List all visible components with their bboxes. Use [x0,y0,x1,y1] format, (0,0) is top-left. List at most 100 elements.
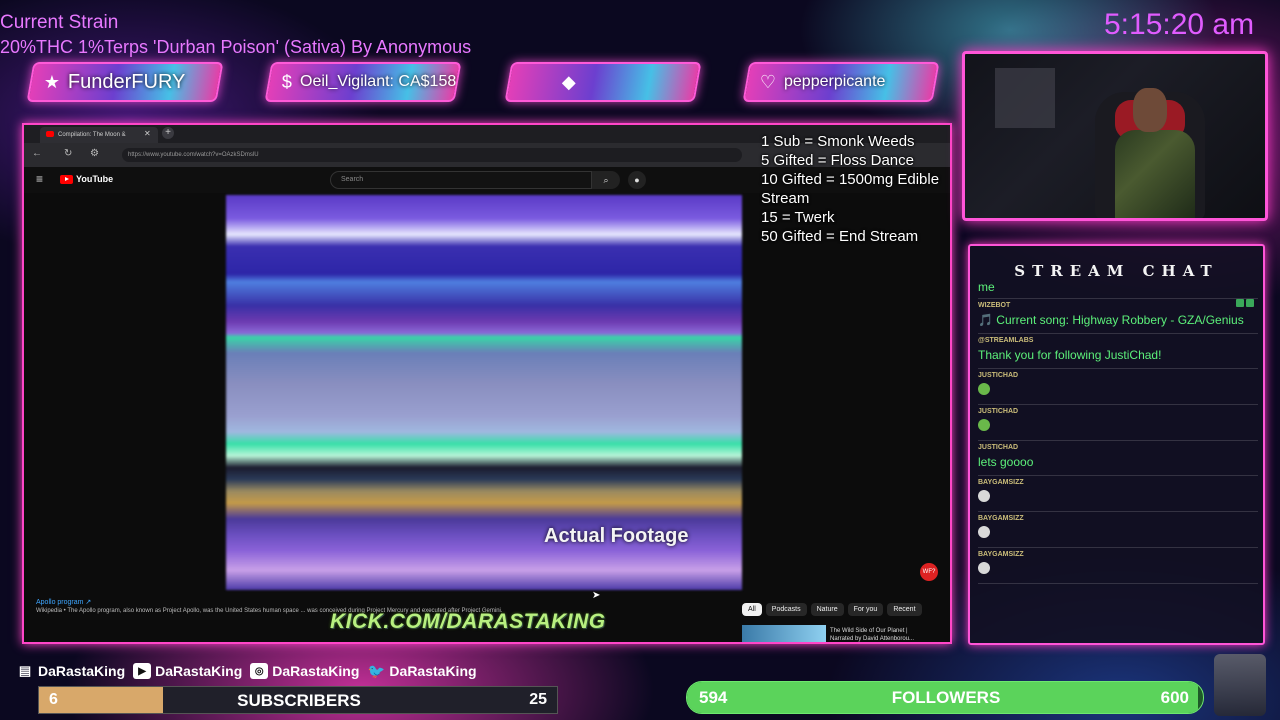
chip-nature[interactable]: Nature [810,603,844,616]
video-caption: Actual Footage [544,525,689,547]
follower-goal-label: FOLLOWERS [891,688,1001,707]
strain-title: Current Strain [0,12,119,33]
sub-rule: 10 Gifted = 1500mg Edible [761,171,940,188]
chat-messages: me WIZEBOT 🎵 Current song: Highway Robbe… [978,280,1258,584]
sub-rule: 1 Sub = Smonk Weeds [761,133,915,150]
webcam-feed [962,51,1268,221]
sub-rule: 5 Gifted = Floss Dance [761,152,914,169]
related-video-thumbnail[interactable] [742,625,826,642]
filter-chips: All Podcasts Nature For you Recent [742,603,922,616]
chat-message: JUSTICHAD [978,369,1258,405]
youtube-play-icon [60,174,73,184]
chip-podcasts[interactable]: Podcasts [765,603,807,616]
chat-text: Thank you for following JustiChad! [978,348,1162,362]
alert-banner-4: ♡ pepperpicante [742,62,940,102]
alert-banner-3: ◆ [504,62,702,102]
bot-badges [1236,299,1254,307]
search-icon[interactable]: ⌕ [592,171,620,189]
strain-description: 20%THC 1%Terps 'Durban Poison' (Sativa) … [0,37,472,57]
tab-title: Compilation: The Moon & [58,132,126,138]
webcam-background [995,68,1055,128]
webcam-streamer-body [1115,130,1195,218]
chat-username: JUSTICHAD [978,372,1019,379]
emote-icon [978,526,990,538]
sub-rule: Stream [761,190,810,207]
url-field[interactable]: https://www.youtube.com/watch?v=OAzkSDms… [122,148,742,162]
social-youtube: ▶ DaRastaKing [133,663,242,679]
social-handle: DaRastaKing [38,663,126,679]
badge-icon [1236,299,1244,307]
youtube-favicon-icon [46,131,54,137]
emote-icon [978,383,990,395]
stream-chat: STREAM CHAT me WIZEBOT 🎵 Current song: H… [968,244,1265,645]
youtube-logo[interactable]: YouTube [60,174,113,184]
star-icon: ★ [44,71,61,92]
twitch-icon: ▤ [18,663,32,678]
chat-username: BAYGAMSIZZ [978,479,1024,486]
chat-username: JUSTICHAD [978,408,1019,415]
clock: 5:15:20 am [1104,8,1255,41]
chat-message-fragment: me [978,280,1258,299]
jar-decoration [1214,654,1266,716]
heart-icon: ♡ [760,71,777,92]
sub-rules: 1 Sub = Smonk Weeds 5 Gifted = Floss Dan… [761,132,939,246]
chat-text: lets goooo [978,455,1034,469]
chip-recent[interactable]: Recent [887,603,922,616]
subscriber-count: 6 [49,691,58,708]
chat-message: JUSTICHAD lets goooo [978,441,1258,476]
kick-url: KICK.COM/DARASTAKING [330,610,606,633]
follower-count: 594 [699,688,728,707]
follower-goal-bar: FOLLOWERS 594 600 [686,681,1204,714]
back-icon[interactable]: ← [32,148,42,159]
sub-rule: 15 = Twerk [761,209,835,226]
tab-close-icon[interactable]: ✕ [144,129,151,138]
hamburger-menu-icon[interactable]: ≡ [36,172,43,186]
social-links: ▤ DaRastaKing ▶ DaRastaKing ◎ DaRastaKin… [16,663,477,679]
microphone-icon[interactable]: ● [628,171,646,189]
badge-icon [1246,299,1254,307]
subscriber-goal-label: SUBSCRIBERS [237,691,361,710]
chat-message: WIZEBOT 🎵 Current song: Highway Robbery … [978,299,1258,334]
chat-username: BAYGAMSIZZ [978,551,1024,558]
diamond-icon: ◆ [562,71,576,92]
banner-label: pepperpicante [784,73,886,90]
youtube-logo-text: YouTube [76,174,114,184]
chip-for-you[interactable]: For you [847,603,884,616]
chat-username: BAYGAMSIZZ [978,515,1024,522]
social-handle: DaRastaKing [155,663,243,679]
site-info-icon[interactable]: ⚙ [90,148,99,159]
banner-label: FunderFURY [68,70,186,93]
youtube-icon: ▶ [133,663,152,679]
chip-all[interactable]: All [742,603,762,616]
alert-banner-2: $ Oeil_Vigilant: CA$158.32 [264,62,462,102]
search-input[interactable]: Search [330,171,592,189]
banner-label: Oeil_Vigilant: CA$158.32 [300,73,462,90]
emote-icon [978,562,990,574]
social-twitch: ▤ DaRastaKing [16,663,125,679]
related-video-title[interactable]: The Wild Side of Our Planet | Narrated b… [830,627,930,642]
channel-watermark[interactable]: WF? [920,563,938,581]
mouse-cursor-icon: ➤ [592,590,601,601]
chat-message: BAYGAMSIZZ [978,512,1258,548]
reload-icon[interactable]: ↻ [64,148,72,159]
subscriber-goal-bar: SUBSCRIBERS 6 25 [38,686,558,714]
dollar-icon: $ [282,71,293,92]
alert-banner-1: ★ FunderFURY [26,62,224,102]
browser-tab[interactable]: Compilation: The Moon & [40,127,158,143]
chat-message: BAYGAMSIZZ [978,548,1258,584]
chat-message: @STREAMLABS Thank you for following Just… [978,334,1258,369]
new-tab-icon[interactable]: + [162,127,174,139]
social-handle: DaRastaKing [272,663,360,679]
social-twitter: 🐦 DaRastaKing [367,663,477,680]
chat-message: BAYGAMSIZZ [978,476,1258,512]
info-card-title[interactable]: Apollo program ↗ [36,599,736,607]
chat-username: @STREAMLABS [978,337,1034,344]
chat-username: WIZEBOT [978,302,1011,309]
sub-rule: 50 Gifted = End Stream [761,228,919,245]
chat-text: 🎵 Current song: Highway Robbery - GZA/Ge… [978,313,1244,327]
social-handle: DaRastaKing [389,663,477,679]
chat-title: STREAM CHAT [1014,262,1219,280]
chat-message: JUSTICHAD [978,405,1258,441]
emote-icon [978,490,990,502]
webcam-streamer-head [1133,88,1167,132]
